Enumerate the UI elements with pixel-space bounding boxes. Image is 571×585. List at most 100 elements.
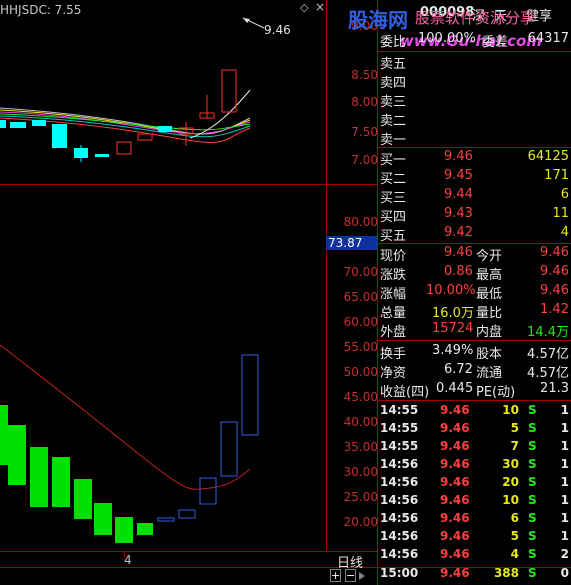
tick-count: 1 <box>560 421 569 435</box>
quote-label: 最低 <box>476 287 503 302</box>
buy-volume: 11 <box>552 206 569 221</box>
tick-count: 1 <box>560 493 569 507</box>
quote-label: 涨跌 <box>380 268 407 283</box>
time-tick <box>124 552 125 557</box>
sell-level: 卖五 <box>378 52 571 72</box>
sell-level-label: 卖三 <box>380 95 407 110</box>
buy-level-label: 买三 <box>380 191 407 206</box>
sell-level: 卖一 <box>378 128 571 148</box>
tick-count: 1 <box>560 529 569 543</box>
tick-price: 9.46 <box>440 547 470 561</box>
tick-time: 15:00 <box>380 566 419 580</box>
tick-price: 9.46 <box>440 529 470 543</box>
quote-label: 现价 <box>380 249 407 264</box>
tick-row: 15:00 9.46 388 S 0 <box>378 564 571 582</box>
fundamental-label: 收益(四) <box>380 385 430 400</box>
indicator-bar <box>137 523 153 535</box>
indicator-bar <box>52 457 70 507</box>
tick-count: 1 <box>560 457 569 471</box>
buy-level-label: 买五 <box>380 229 407 244</box>
buy-level: 买三 9.44 6 <box>378 186 571 206</box>
buy-volume: 64125 <box>527 149 569 164</box>
indicator-bar <box>94 503 112 535</box>
indicator-chart <box>0 344 259 543</box>
fundamental-value: 4.57亿 <box>527 347 569 362</box>
buy-level-label: 买一 <box>380 153 407 168</box>
fundamental-label: 流通 <box>476 366 503 381</box>
fundamental-value: 4.57亿 <box>527 366 569 381</box>
candle <box>10 122 26 128</box>
scroll-right-icon[interactable] <box>359 572 365 580</box>
stock-terminal-window: HHJSDC: 7.55 ◇ × 9.46 9.00 8.50 8.00 7.5… <box>0 0 571 585</box>
sell-level: 卖二 <box>378 109 571 129</box>
tick-count: 1 <box>560 475 569 489</box>
tick-volume: 388 <box>493 566 519 580</box>
tick-side: S <box>528 493 537 507</box>
quote-row: 现价 9.46 今开 9.46 <box>378 244 571 264</box>
bottom-axis-label: 35.00 <box>343 440 378 454</box>
bottom-axis-label: 20.00 <box>343 515 378 529</box>
tick-time: 14:55 <box>380 421 419 435</box>
indicator-bar <box>157 517 175 522</box>
candle <box>221 69 237 113</box>
tick-price: 9.46 <box>440 439 470 453</box>
quote-value: 9.46 <box>540 245 569 260</box>
indicator-bar <box>115 517 133 543</box>
price-chart <box>0 69 251 162</box>
order-diff-value: 64317 <box>527 31 569 46</box>
zoom-in-button[interactable]: + <box>330 569 341 582</box>
tick-side: S <box>528 547 537 561</box>
quote-row: 总量 16.0万 量比 1.42 <box>378 301 571 321</box>
bottom-axis-label: 55.00 <box>343 340 378 354</box>
tick-volume: 5 <box>510 421 519 435</box>
tick-volume: 4 <box>510 547 519 561</box>
fundamental-value: 0.445 <box>436 381 474 396</box>
order-ratio-row: 委比 100.00% 委差 64317 <box>378 30 571 50</box>
quote-row: 涨幅 10.00% 最低 9.46 <box>378 282 571 302</box>
bottom-axis-label: 65.00 <box>343 290 378 304</box>
buy-price: 9.42 <box>444 225 473 240</box>
quote-value: 0.86 <box>444 264 473 279</box>
tick-volume: 6 <box>510 511 519 525</box>
tick-row: 14:56 9.46 10 S 1 <box>378 491 571 509</box>
top-axis-label: 8.00 <box>351 95 378 109</box>
buy-level-label: 买二 <box>380 172 407 187</box>
sell-level-label: 卖四 <box>380 76 407 91</box>
tick-side: S <box>528 475 537 489</box>
top-axis-label: 7.50 <box>351 125 378 139</box>
sell-level: 卖四 <box>378 71 571 91</box>
ma-lines <box>0 89 251 143</box>
fundamental-label: 股本 <box>476 347 503 362</box>
sell-level-label: 卖一 <box>380 133 407 148</box>
fundamental-label: 净资 <box>380 366 407 381</box>
tick-volume: 30 <box>502 457 519 471</box>
fundamental-value: 21.3 <box>540 381 569 396</box>
buy-level: 买四 9.43 11 <box>378 205 571 225</box>
tick-price: 9.46 <box>440 403 470 417</box>
quote-label: 量比 <box>476 306 503 321</box>
tick-price: 9.46 <box>440 475 470 489</box>
fundamental-row: 换手 3.49% 股本 4.57亿 <box>378 342 571 362</box>
tick-price: 9.46 <box>440 566 470 580</box>
zoom-out-button[interactable]: − <box>345 569 356 582</box>
quote-label: 最高 <box>476 268 503 283</box>
bottom-axis-label: 50.00 <box>343 365 378 379</box>
bottom-axis-label: 30.00 <box>343 465 378 479</box>
tick-volume: 5 <box>510 529 519 543</box>
bottom-axis-label: 45.00 <box>343 390 378 404</box>
tick-volume: 20 <box>502 475 519 489</box>
bottom-axis-label: 60.00 <box>343 315 378 329</box>
buy-price: 9.43 <box>444 206 473 221</box>
top-axis-label: 8.50 <box>351 68 378 82</box>
candle <box>0 120 6 128</box>
quote-label: 今开 <box>476 249 503 264</box>
tick-side: S <box>528 566 537 580</box>
tick-count: 1 <box>560 511 569 525</box>
buy-price: 9.45 <box>444 168 473 183</box>
tick-price: 9.46 <box>440 457 470 471</box>
quote-value: 10.00% <box>426 283 476 298</box>
indicator-bar <box>0 405 8 465</box>
quote-row: 外盘 15724 内盘 14.4万 <box>378 320 571 340</box>
indicator-bar <box>241 354 259 436</box>
fundamental-value: 3.49% <box>432 343 474 358</box>
